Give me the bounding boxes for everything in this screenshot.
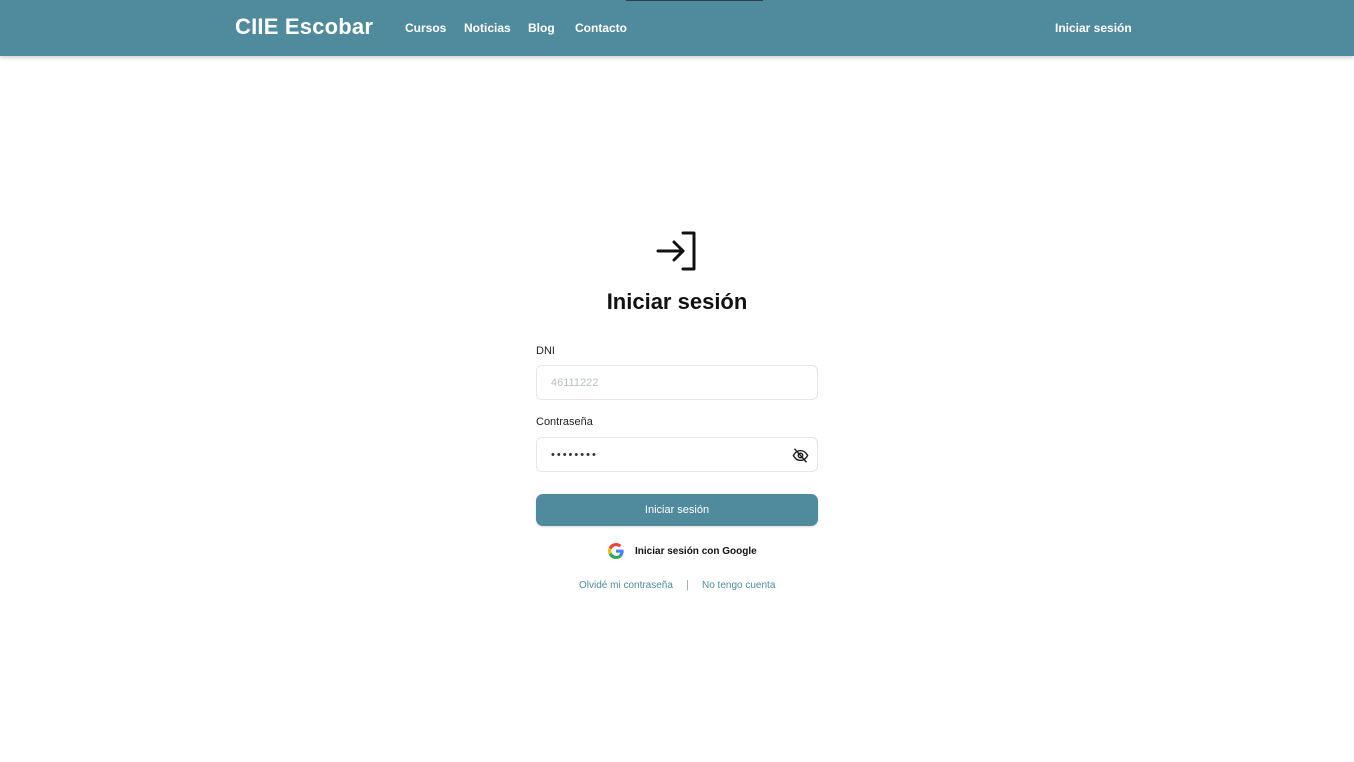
brand-logo-link[interactable]: CIIE Escobar xyxy=(235,14,373,40)
header-login-link[interactable]: Iniciar sesión xyxy=(1055,21,1132,35)
dni-label: DNI xyxy=(536,345,555,357)
nav-link-cursos[interactable]: Cursos xyxy=(405,21,446,35)
login-arrow-icon xyxy=(656,231,696,271)
page-title: Iniciar sesión xyxy=(606,289,748,314)
nav-link-noticias[interactable]: Noticias xyxy=(464,21,511,35)
nav-link-contacto[interactable]: Contacto xyxy=(575,21,627,35)
register-link[interactable]: No tengo cuenta xyxy=(702,580,775,591)
password-label: Contraseña xyxy=(536,416,593,428)
eye-off-icon[interactable] xyxy=(792,447,809,464)
nav-link-blog[interactable]: Blog xyxy=(528,21,555,35)
login-submit-button[interactable]: Iniciar sesión xyxy=(536,494,818,526)
password-input[interactable] xyxy=(536,437,818,472)
forgot-password-link[interactable]: Olvidé mi contraseña xyxy=(579,580,673,591)
google-login-label: Iniciar sesión con Google xyxy=(635,545,757,557)
top-navbar: CIIE Escobar Cursos Noticias Blog Contac… xyxy=(0,0,1354,56)
link-separator: | xyxy=(686,579,689,591)
dni-input[interactable] xyxy=(536,365,818,400)
google-g-icon xyxy=(608,543,624,559)
google-login-button[interactable]: Iniciar sesión con Google xyxy=(608,541,757,561)
top-accent-line xyxy=(626,0,763,1)
